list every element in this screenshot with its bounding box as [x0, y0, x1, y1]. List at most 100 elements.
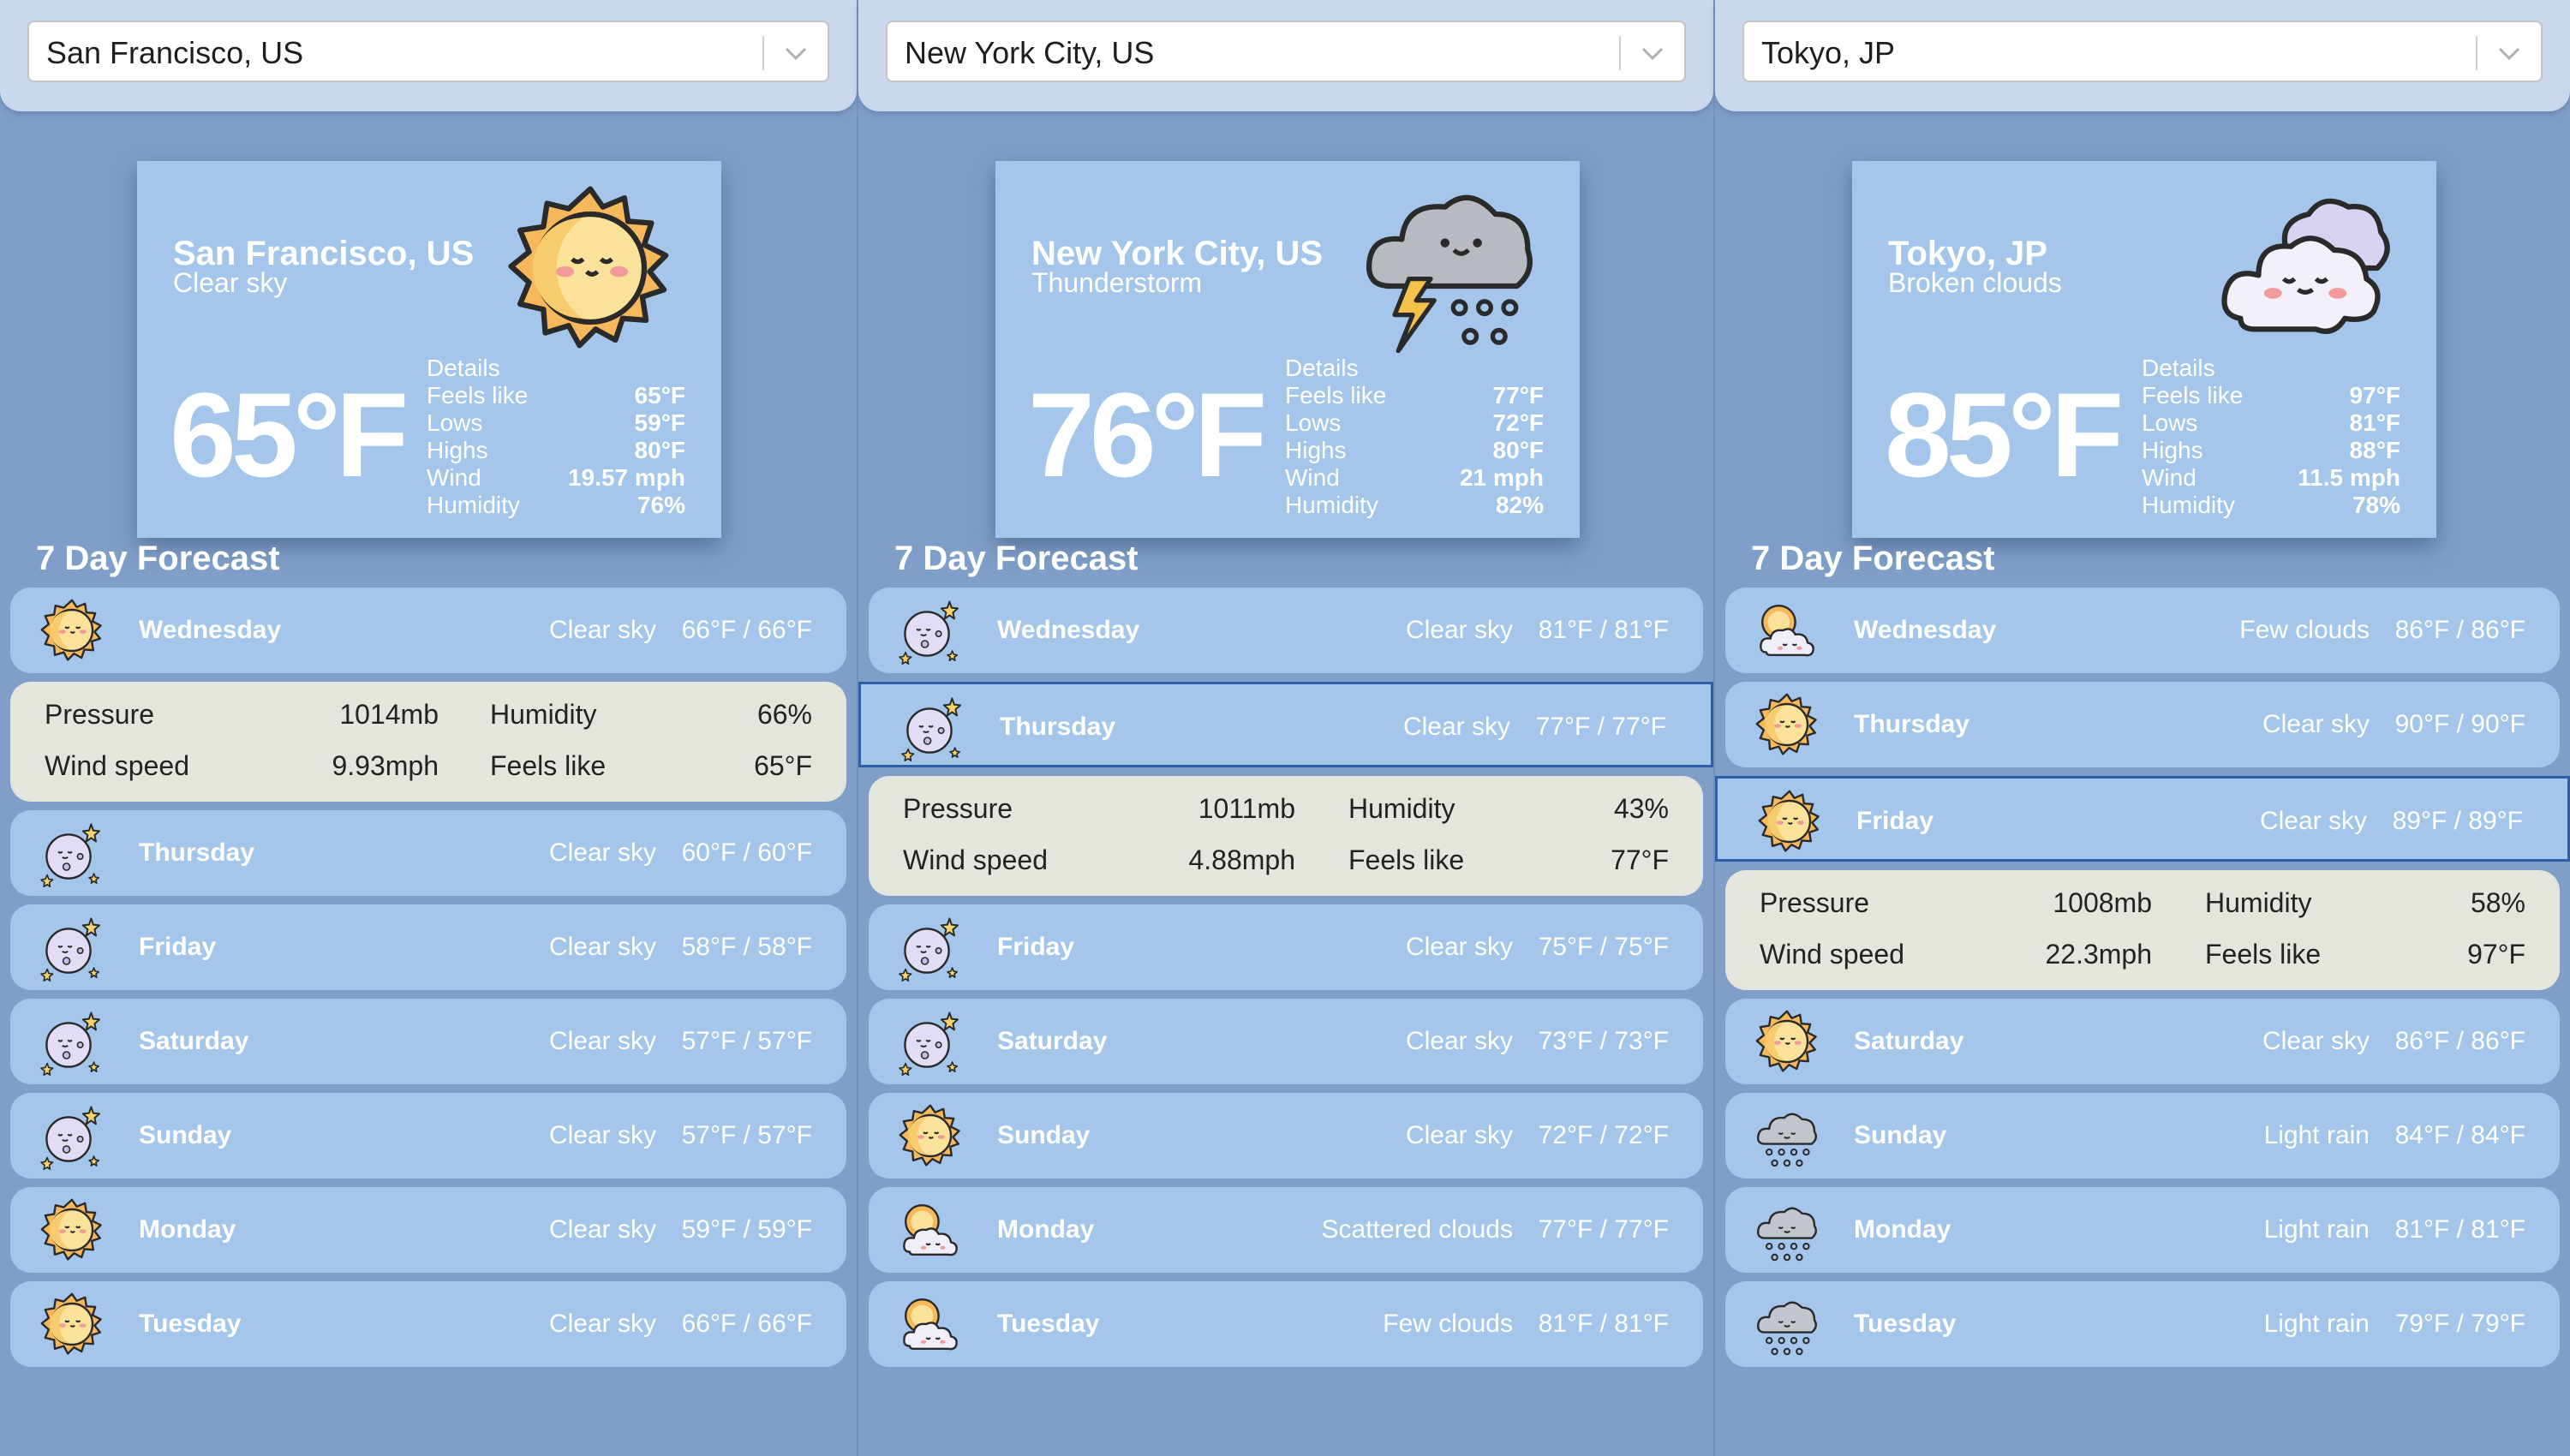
forecast-day-row[interactable]: Sunday Clear sky 72°F / 72°F: [869, 1093, 1703, 1179]
details-section: Details Feels like 77°F Lows 72°F Highs 80°F W…: [1285, 355, 1544, 519]
humidity-label: Humidity: [1348, 793, 1455, 824]
detail-value: 88°F: [2349, 437, 2400, 463]
forecast-day-temps: 77°F / 77°F: [1538, 1215, 1669, 1244]
humidity-value: 66%: [756, 699, 812, 730]
forecast-day-row[interactable]: Monday Scattered clouds 77°F / 77°F: [869, 1187, 1703, 1273]
day-details-box: Pressure 1014mb Humidity 66% Wind speed 9.93m…: [10, 682, 846, 802]
forecast-day-temps: 90°F / 90°F: [2394, 710, 2525, 738]
sun-icon: [500, 178, 680, 358]
detail-label: Feels like: [1285, 382, 1387, 409]
forecast-day-condition: Clear sky: [548, 616, 656, 644]
city-select-value: Tokyo, JP: [1761, 35, 1896, 70]
forecast-day-row[interactable]: Saturday Clear sky 57°F / 57°F: [10, 999, 846, 1084]
forecast-day-row[interactable]: Monday Light rain 81°F / 81°F: [1725, 1187, 2560, 1273]
detail-label: Humidity: [2142, 492, 2235, 518]
forecast-day-row[interactable]: Thursday Clear sky 90°F / 90°F: [1725, 682, 2560, 767]
forecast-day-temps: 77°F / 77°F: [1535, 713, 1666, 741]
city-select[interactable]: Tokyo, JP: [1742, 21, 2543, 82]
chevron-down-icon[interactable]: [781, 41, 810, 65]
detail-value: 81°F: [2349, 409, 2400, 436]
select-separator: [2476, 36, 2477, 70]
detail-row: Humidity 76%: [427, 492, 685, 519]
forecast-day-temps: 81°F / 81°F: [2394, 1215, 2525, 1244]
forecast-day-row[interactable]: Tuesday Few clouds 81°F / 81°F: [869, 1281, 1703, 1367]
detail-row: Highs 80°F: [427, 437, 685, 464]
forecast-day-temps: 81°F / 81°F: [1538, 616, 1669, 644]
forecast-day-row[interactable]: Friday Clear sky 89°F / 89°F: [1715, 776, 2570, 862]
forecast-list: Wednesday Few clouds 86°F / 86°F Thursday C…: [1715, 588, 2570, 1375]
detail-label: Humidity: [1285, 492, 1378, 518]
forecast-day-row[interactable]: Sunday Clear sky 57°F / 57°F: [10, 1093, 846, 1179]
forecast-day-name: Saturday: [1854, 1027, 1964, 1055]
detail-value: 77°F: [1492, 382, 1544, 409]
sun-icon: [38, 596, 106, 665]
pressure-value: 1011mb: [1198, 793, 1295, 824]
forecast-day-row[interactable]: Saturday Clear sky 73°F / 73°F: [869, 999, 1703, 1084]
forecast-day-row[interactable]: Saturday Clear sky 86°F / 86°F: [1725, 999, 2560, 1084]
chevron-down-icon[interactable]: [1638, 41, 1667, 65]
city-select-value: San Francisco, US: [46, 35, 304, 70]
detail-row: Humidity 78%: [2142, 492, 2400, 519]
forecast-day-row[interactable]: Tuesday Clear sky 66°F / 66°F: [10, 1281, 846, 1367]
forecast-day-row[interactable]: Monday Clear sky 59°F / 59°F: [10, 1187, 846, 1273]
city-search-bar: New York City, US: [858, 0, 1713, 111]
humidity-value: 58%: [2470, 887, 2525, 918]
forecast-day-condition: Clear sky: [1405, 933, 1513, 961]
sun-icon: [896, 1101, 965, 1170]
feels-like-value: 97°F: [2467, 939, 2525, 970]
forecast-day-temps: 60°F / 60°F: [681, 838, 812, 867]
chevron-down-icon[interactable]: [2495, 41, 2524, 65]
forecast-day-row[interactable]: Tuesday Light rain 79°F / 79°F: [1725, 1281, 2560, 1367]
detail-row: Lows 81°F: [2142, 409, 2400, 437]
humidity-label: Humidity: [2205, 887, 2312, 918]
forecast-day-row[interactable]: Friday Clear sky 75°F / 75°F: [869, 904, 1703, 990]
forecast-day-condition: Clear sky: [548, 1121, 656, 1149]
forecast-day-condition: Clear sky: [1405, 1121, 1513, 1149]
detail-row: Highs 80°F: [1285, 437, 1544, 464]
rain-icon: [1753, 1101, 1821, 1170]
forecast-day-row[interactable]: Thursday Clear sky 77°F / 77°F: [858, 682, 1713, 767]
rain-icon: [1753, 1290, 1821, 1358]
feels-like-label: Feels like: [490, 750, 607, 781]
forecast-day-name: Thursday: [1000, 713, 1116, 741]
forecast-day-temps: 86°F / 86°F: [2394, 1027, 2525, 1055]
forecast-day-row[interactable]: Wednesday Clear sky 66°F / 66°F: [10, 588, 846, 673]
forecast-list: Wednesday Clear sky 66°F / 66°F Pressure 101…: [10, 588, 846, 1375]
forecast-day-condition: Clear sky: [1405, 1027, 1513, 1055]
detail-value: 11.5 mph: [2298, 464, 2400, 491]
forecast-day-row[interactable]: Thursday Clear sky 60°F / 60°F: [10, 810, 846, 896]
feels-like-label: Feels like: [1348, 844, 1465, 875]
details-title: Details: [1285, 355, 1359, 381]
moon-icon: [896, 913, 965, 982]
wind-speed-value: 4.88mph: [1188, 844, 1295, 875]
forecast-day-temps: 66°F / 66°F: [681, 616, 812, 644]
forecast-day-condition: Clear sky: [2262, 710, 2370, 738]
forecast-day-name: Thursday: [139, 838, 255, 867]
forecast-day-row[interactable]: Wednesday Clear sky 81°F / 81°F: [869, 588, 1703, 673]
current-weather-card: San Francisco, US Clear sky 65°F Details…: [137, 161, 721, 538]
forecast-day-condition: Clear sky: [548, 1310, 656, 1338]
forecast-day-row[interactable]: Sunday Light rain 84°F / 84°F: [1725, 1093, 2560, 1179]
forecast-title: 7 Day Forecast: [894, 540, 1139, 577]
forecast-day-temps: 86°F / 86°F: [2394, 616, 2525, 644]
city-search-bar: Tokyo, JP: [1715, 0, 2570, 111]
detail-value: 19.57 mph: [568, 464, 685, 491]
moon-icon: [899, 693, 967, 761]
select-separator: [1619, 36, 1621, 70]
humidity-label: Humidity: [490, 699, 597, 730]
forecast-day-temps: 57°F / 57°F: [681, 1027, 812, 1055]
detail-row: Feels like 77°F: [1285, 382, 1544, 409]
forecast-day-condition: Light rain: [2263, 1121, 2370, 1149]
feels-like-label: Feels like: [2205, 939, 2322, 970]
current-temperature: 65°F: [170, 367, 409, 502]
wind-speed-label: Wind speed: [1760, 939, 1904, 970]
city-select[interactable]: San Francisco, US: [27, 21, 829, 82]
forecast-day-row[interactable]: Friday Clear sky 58°F / 58°F: [10, 904, 846, 990]
forecast-day-row[interactable]: Wednesday Few clouds 86°F / 86°F: [1725, 588, 2560, 673]
pressure-label: Pressure: [45, 699, 155, 730]
detail-row: Lows 72°F: [1285, 409, 1544, 437]
forecast-day-condition: Clear sky: [2259, 807, 2367, 835]
city-select[interactable]: New York City, US: [886, 21, 1686, 82]
select-separator: [762, 36, 764, 70]
details-section: Details Feels like 65°F Lows 59°F Highs 80°F W…: [427, 355, 685, 519]
